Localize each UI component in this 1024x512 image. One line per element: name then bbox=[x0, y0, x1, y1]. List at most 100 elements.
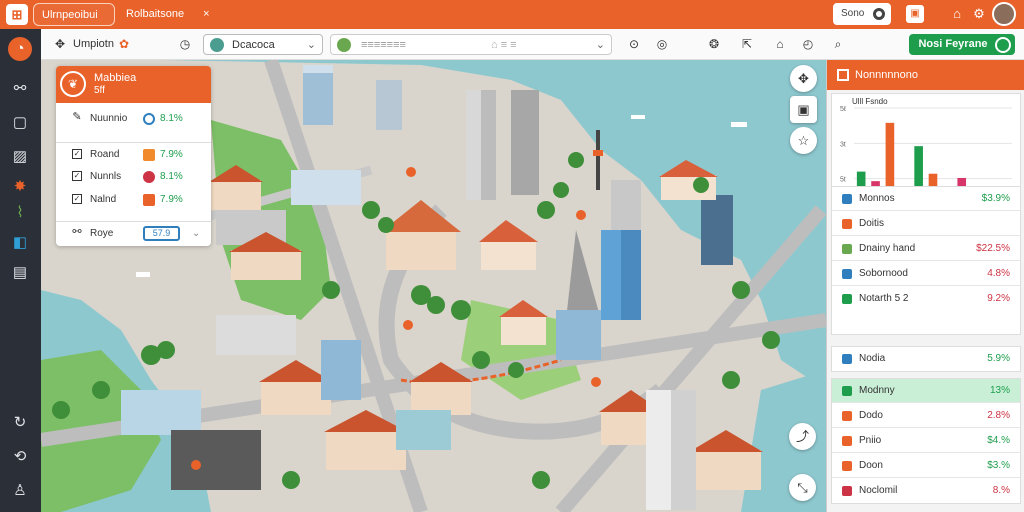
building[interactable] bbox=[303, 65, 333, 125]
avatar[interactable] bbox=[992, 2, 1016, 26]
layer-value-field[interactable]: 57.9 bbox=[143, 226, 180, 241]
compass-icon[interactable]: ◎ bbox=[653, 34, 671, 55]
stat-row[interactable]: Sobornood 4.8% bbox=[832, 262, 1020, 286]
stat-row[interactable]: Notarth 5 2 9.2% bbox=[832, 287, 1020, 311]
stat-row[interactable]: Pniio $4.% bbox=[832, 429, 1020, 453]
layer-label: Roand bbox=[90, 149, 120, 160]
layer-checkbox[interactable]: ✓ bbox=[72, 194, 82, 204]
glass-tower[interactable] bbox=[701, 195, 733, 265]
warehouse[interactable] bbox=[291, 170, 361, 205]
gauge-icon[interactable]: ◔ bbox=[8, 37, 32, 61]
y-tick-label: 3t bbox=[840, 141, 846, 148]
layers-header: ❦ Mabbiea 5ff bbox=[56, 66, 211, 103]
stat-value: $22.5% bbox=[976, 243, 1010, 254]
sync-icon[interactable]: ⟲ bbox=[8, 445, 32, 469]
layer-label: Nuunnio bbox=[90, 113, 128, 124]
layer-swatch bbox=[143, 171, 155, 183]
layer-checkbox[interactable]: ✓ bbox=[72, 149, 82, 159]
clock-icon[interactable]: ◷ bbox=[176, 34, 194, 55]
history-icon[interactable]: ◴ bbox=[799, 34, 817, 55]
stat-row[interactable]: Dnainy hand $22.5% bbox=[832, 237, 1020, 261]
cursor-icon[interactable]: ⇱ bbox=[738, 34, 756, 55]
home-icon[interactable]: ⌂ bbox=[948, 5, 966, 23]
layer-item[interactable]: ✓ Nunnls 8.1% bbox=[56, 165, 211, 188]
document-icon[interactable]: ▢ bbox=[8, 111, 32, 135]
stat-icon bbox=[842, 294, 852, 304]
pencil-icon: ✎ bbox=[72, 111, 82, 123]
sprout-icon[interactable]: ⌇ bbox=[8, 201, 32, 225]
stat-value: 5.9% bbox=[987, 353, 1010, 364]
camera-icon[interactable]: ⊙ bbox=[625, 34, 643, 55]
glass-block[interactable] bbox=[396, 410, 451, 450]
layers-button[interactable]: ▣ bbox=[790, 96, 817, 123]
favorite-button[interactable]: ☆ bbox=[790, 127, 817, 154]
skyscraper[interactable] bbox=[511, 90, 539, 195]
panel-icon[interactable]: ▤ bbox=[8, 261, 32, 285]
layer-value: 8.1% bbox=[160, 113, 183, 124]
stat-value: 4.8% bbox=[987, 268, 1010, 279]
tab-secondary[interactable]: Rolbaitsone × bbox=[118, 3, 218, 26]
palette-icon[interactable]: ❂ bbox=[705, 34, 723, 55]
house-icon[interactable]: ⌂ bbox=[771, 34, 789, 55]
chart-icon[interactable]: ▨ bbox=[8, 145, 32, 169]
layers-subtitle: 5ff bbox=[94, 85, 105, 96]
user-icon[interactable]: ♙ bbox=[8, 479, 32, 503]
stat-icon bbox=[842, 461, 852, 471]
tab-primary[interactable]: Ulrnpeoibui bbox=[33, 3, 115, 26]
dark-block[interactable] bbox=[171, 430, 261, 490]
tab-label: Ulrnpeoibui bbox=[42, 9, 98, 21]
stat-row[interactable]: Monnos $3.9% bbox=[832, 187, 1020, 211]
layer-item[interactable]: ✓ Roand 7.9% bbox=[56, 142, 211, 165]
stat-row[interactable]: Noclomil 8.% bbox=[832, 479, 1020, 503]
layer-label: Roye bbox=[90, 228, 114, 239]
pointer-button[interactable]: ✥ bbox=[790, 65, 817, 92]
action-button[interactable]: Nosi Feyrane bbox=[909, 34, 1015, 55]
stat-row[interactable]: Modnny 13% bbox=[832, 379, 1020, 403]
layer-item[interactable]: ✓ Nalnd 7.9% bbox=[56, 188, 211, 211]
stat-row[interactable]: Doon $3.% bbox=[832, 454, 1020, 478]
building[interactable] bbox=[376, 80, 402, 130]
stat-label: Pniio bbox=[859, 435, 882, 446]
status-toggle[interactable]: Sono bbox=[833, 3, 891, 25]
layer-label: Nunnls bbox=[90, 171, 122, 182]
app-grid-icon[interactable]: ⊞ bbox=[6, 4, 28, 25]
office-block[interactable] bbox=[321, 340, 361, 400]
building[interactable] bbox=[611, 180, 641, 230]
glass-tower[interactable] bbox=[601, 230, 641, 320]
layer-item[interactable]: ⚯ Roye 57.9 ⌄ bbox=[56, 221, 211, 244]
stat-label: Sobornood bbox=[859, 268, 908, 279]
navigate-button[interactable]: ⤴ bbox=[789, 423, 816, 450]
stat-icon bbox=[842, 219, 852, 229]
refresh-icon[interactable]: ↻ bbox=[8, 411, 32, 435]
stat-label: Modnny bbox=[859, 385, 895, 396]
toggle-icon bbox=[873, 8, 885, 20]
chevron-down-icon[interactable]: ⌄ bbox=[192, 222, 200, 245]
office-block[interactable] bbox=[216, 315, 296, 355]
search-input[interactable]: ≡≡≡≡≡≡≡ ⌂ ≡ ≡ ⌄ bbox=[330, 34, 612, 55]
search-icon[interactable]: ⌕ bbox=[829, 34, 847, 55]
layer-checkbox[interactable]: ✓ bbox=[72, 171, 82, 181]
layer-label: Nalnd bbox=[90, 194, 117, 205]
close-icon[interactable]: × bbox=[203, 8, 209, 20]
office-tower[interactable] bbox=[646, 390, 696, 510]
chevron-down-icon[interactable]: ⌄ bbox=[596, 35, 605, 56]
book-icon[interactable]: ◧ bbox=[8, 231, 32, 255]
layer-select[interactable]: Dcacoca ⌄ bbox=[203, 34, 323, 55]
move-icon[interactable]: ✥ bbox=[51, 34, 69, 55]
stat-icon bbox=[842, 386, 852, 396]
zoom-button[interactable]: ⤡ bbox=[789, 474, 816, 501]
stat-row[interactable]: Nodia 5.9% bbox=[832, 347, 1020, 371]
share-icon[interactable]: ⚯ bbox=[8, 77, 32, 101]
skyscraper[interactable] bbox=[466, 90, 496, 200]
settings-icon[interactable]: ⚙ bbox=[970, 5, 988, 23]
title-bar: ⊞ Ulrnpeoibui Rolbaitsone × Sono ▣ ⌂ ⚙ bbox=[0, 0, 1024, 29]
stat-row[interactable]: Dodo 2.8% bbox=[832, 404, 1020, 428]
office-block[interactable] bbox=[121, 390, 201, 435]
leaf-icon[interactable]: ✸ bbox=[8, 175, 32, 199]
stat-value: 8.% bbox=[992, 485, 1010, 496]
layer-value: 7.9% bbox=[160, 149, 183, 160]
window-icon[interactable]: ▣ bbox=[906, 5, 924, 23]
layer-item[interactable]: ✎ Nuunnio 8.1% bbox=[56, 107, 211, 130]
stat-row[interactable]: Doitis bbox=[832, 212, 1020, 236]
chevron-down-icon: ⌄ bbox=[306, 39, 316, 51]
